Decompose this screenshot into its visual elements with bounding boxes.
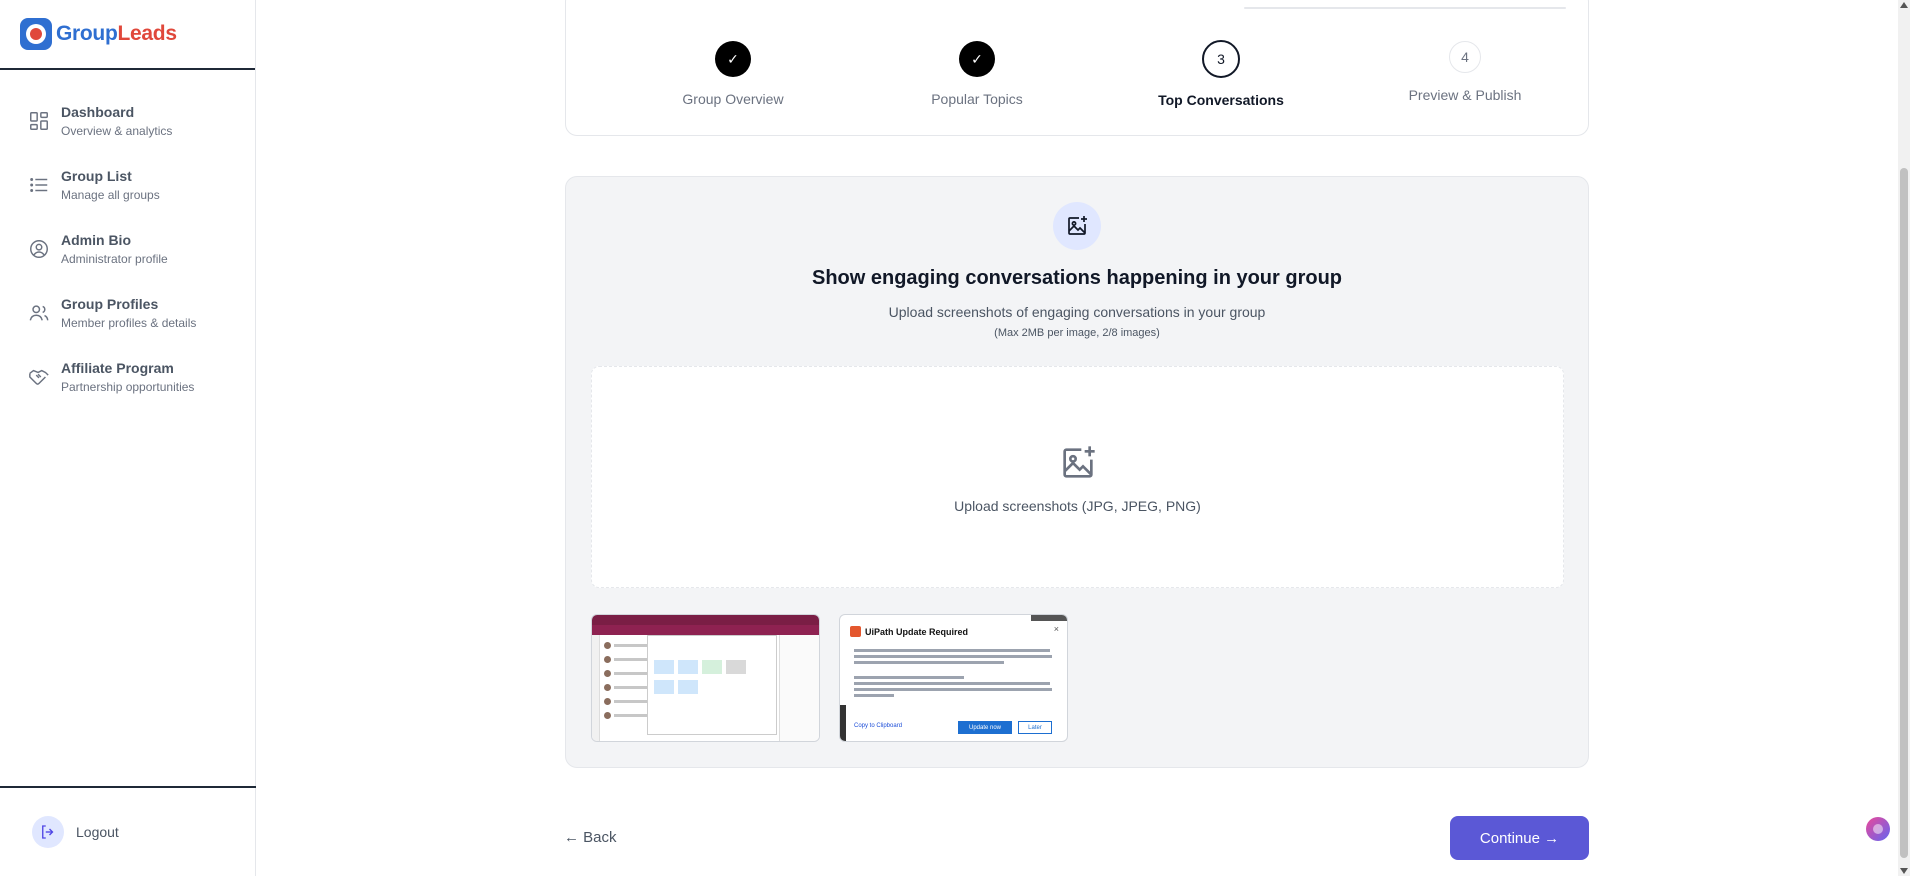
uipath-logo-icon (850, 626, 861, 637)
step-number: 3 (1202, 40, 1240, 78)
sidebar-item-group-list[interactable]: Group List Manage all groups (0, 162, 255, 226)
sidebar-item-title: Group List (61, 168, 132, 184)
assistant-brain-icon[interactable] (1866, 817, 1890, 841)
sidebar-item-subtitle: Partnership opportunities (61, 380, 195, 394)
scroll-thumb[interactable] (1900, 168, 1908, 858)
step-preview-publish[interactable]: 4 Preview & Publish (1343, 41, 1587, 103)
upload-dropzone[interactable]: Upload screenshots (JPG, JPEG, PNG) (591, 366, 1564, 588)
step-label: Preview & Publish (1408, 87, 1522, 103)
brand-name-part1: Group (56, 22, 118, 45)
sidebar-item-subtitle: Manage all groups (61, 188, 160, 202)
sidebar-item-title: Dashboard (61, 104, 135, 120)
step-number: 4 (1449, 41, 1481, 73)
uploaded-thumbnail[interactable]: UiPath Update Required × Copy to Clipboa… (839, 614, 1068, 742)
sidebar-nav: Dashboard Overview & analytics Group Lis… (0, 70, 255, 418)
upload-title: Show engaging conversations happening in… (811, 267, 1343, 289)
thumbnail-dialog-title: UiPath Update Required (850, 626, 968, 637)
sidebar-item-subtitle: Member profiles & details (61, 316, 197, 330)
sidebar-item-group-profiles[interactable]: Group Profiles Member profiles & details (0, 290, 255, 354)
thumbnail-toolbar (592, 625, 819, 635)
user-circle-icon (30, 240, 48, 258)
thumbnail-titlebar (592, 615, 819, 625)
brand-name: GroupLeads (56, 22, 177, 46)
step-top-conversations[interactable]: 3 Top Conversations (1099, 40, 1343, 108)
thumbnail-bg-strip (840, 705, 846, 741)
sidebar-item-subtitle: Administrator profile (61, 252, 168, 266)
users-icon (29, 305, 49, 321)
image-plus-icon (1053, 202, 1101, 250)
upload-card: Show engaging conversations happening in… (565, 176, 1589, 768)
thumbnail-bg-strip (1031, 615, 1067, 621)
list-icon (30, 178, 48, 192)
thumbnail-sidebar (592, 635, 600, 741)
logout-icon (32, 816, 64, 848)
handshake-icon (29, 369, 49, 385)
step-popular-topics[interactable]: ✓ Popular Topics (855, 41, 1099, 107)
upload-limit-note: (Max 2MB per image, 2/8 images) (994, 327, 1160, 339)
dashboard-grid-icon (30, 112, 48, 130)
brand-logo[interactable]: GroupLeads (0, 0, 255, 70)
stepper: ✓ Group Overview ✓ Popular Topics 3 Top … (565, 0, 1589, 136)
thumbnail-modal (647, 635, 777, 735)
logo-icon (20, 18, 52, 50)
sidebar-item-title: Group Profiles (61, 296, 159, 312)
logout-button[interactable]: Logout (0, 786, 256, 876)
check-icon: ✓ (715, 41, 751, 77)
dialog-copy-link: Copy to Clipboard (854, 723, 903, 729)
sidebar-item-dashboard[interactable]: Dashboard Overview & analytics (0, 98, 255, 162)
check-icon: ✓ (959, 41, 995, 77)
dialog-update-button: Update now (958, 721, 1012, 734)
sidebar-item-affiliate-program[interactable]: Affiliate Program Partnership opportunit… (0, 354, 255, 418)
scroll-down-arrow-icon[interactable] (1900, 868, 1908, 874)
step-label: Top Conversations (1158, 92, 1284, 108)
step-label: Popular Topics (931, 91, 1023, 107)
sidebar-item-admin-bio[interactable]: Admin Bio Administrator profile (0, 226, 255, 290)
page-scrollbar[interactable] (1898, 0, 1910, 876)
scroll-up-arrow-icon[interactable] (1900, 2, 1908, 8)
stepper-divider (1244, 7, 1566, 9)
logout-label: Logout (76, 824, 119, 840)
sidebar-item-subtitle: Overview & analytics (61, 124, 173, 138)
image-plus-icon (1063, 446, 1095, 478)
thumbnail-dialog-buttons: Copy to Clipboard Update now Later (854, 721, 1059, 735)
dialog-later-button: Later (1018, 721, 1052, 734)
dropzone-label: Upload screenshots (JPG, JPEG, PNG) (954, 498, 1201, 514)
dialog-title-text: UiPath Update Required (865, 626, 969, 637)
sidebar-item-title: Affiliate Program (61, 360, 174, 376)
sidebar-item-title: Admin Bio (61, 232, 131, 248)
thumbnail-side-panel (779, 635, 819, 741)
upload-subtitle: Upload screenshots of engaging conversat… (888, 304, 1266, 320)
uploaded-thumbnail[interactable] (591, 614, 820, 742)
thumbnail-dialog-body (854, 649, 1054, 700)
brand-name-part2: Leads (117, 22, 178, 45)
sidebar: GroupLeads Dashboard Overview & analytic… (0, 0, 256, 876)
continue-button[interactable]: Continue → (1450, 816, 1589, 860)
close-icon: × (1053, 624, 1059, 634)
step-group-overview[interactable]: ✓ Group Overview (611, 41, 855, 107)
step-label: Group Overview (682, 91, 784, 107)
back-link[interactable]: ← Back (564, 829, 617, 846)
